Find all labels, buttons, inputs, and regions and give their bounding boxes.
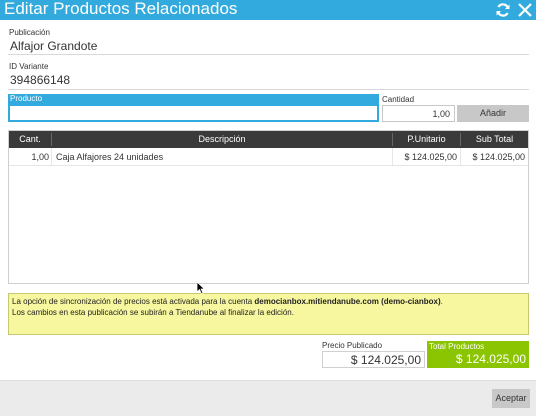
total-productos-box: Total Productos $ 124.025,00 <box>427 341 529 368</box>
table-header: Cant. Descripción P.Unitario Sub Total <box>9 131 528 148</box>
id-variante-value: 394866148 <box>10 73 71 87</box>
row-unitario: $ 124.025,00 <box>404 152 457 162</box>
notice-line-2: Los cambios en esta publicación se subir… <box>12 308 294 317</box>
mouse-pointer-icon <box>196 281 206 295</box>
id-variante-label: ID Variante <box>9 62 49 71</box>
products-table: Cant. Descripción P.Unitario Sub Total 1… <box>8 130 529 284</box>
precio-publicado-value: $ 124.025,00 <box>322 351 425 368</box>
sync-notice: La opción de sincronización de precios e… <box>8 293 529 335</box>
id-variante-divider <box>8 89 529 90</box>
total-productos-value: $ 124.025,00 <box>455 352 526 366</box>
col-descripcion-header[interactable]: Descripción <box>52 131 392 148</box>
close-icon[interactable] <box>516 1 534 19</box>
table-row[interactable]: 1,00 Caja Alfajores 24 unidades $ 124.02… <box>9 148 528 166</box>
publicacion-value: Alfajor Grandote <box>10 39 98 53</box>
title-bar: Editar Productos Relacionados <box>0 0 536 20</box>
precio-publicado-label: Precio Publicado <box>322 341 383 350</box>
accept-button[interactable]: Aceptar <box>492 389 530 408</box>
producto-input[interactable] <box>8 104 379 122</box>
row-cant: 1,00 <box>31 152 49 162</box>
notice-prefix: La opción de sincronización de precios e… <box>12 297 255 306</box>
notice-suffix: . <box>440 297 443 306</box>
refresh-icon[interactable] <box>494 1 512 19</box>
col-cant-header[interactable]: Cant. <box>9 131 51 148</box>
total-productos-label: Total Productos <box>429 342 485 351</box>
notice-account: democianbox.mitiendanube.com (demo-cianb… <box>254 297 441 306</box>
producto-label: Producto <box>10 94 43 103</box>
row-descripcion: Caja Alfajores 24 unidades <box>56 152 164 162</box>
cantidad-label: Cantidad <box>382 95 415 104</box>
window-title: Editar Productos Relacionados <box>4 0 238 18</box>
row-subtotal: $ 124.025,00 <box>472 152 525 162</box>
notice-line-1: La opción de sincronización de precios e… <box>12 296 525 307</box>
col-subtotal-header[interactable]: Sub Total <box>461 131 528 148</box>
producto-label-bar: Producto <box>8 94 379 104</box>
add-button[interactable]: Añadir <box>457 105 529 122</box>
cantidad-input[interactable] <box>382 105 455 122</box>
col-unitario-header[interactable]: P.Unitario <box>393 131 460 148</box>
publicacion-label: Publicación <box>9 28 50 37</box>
dialog-footer <box>0 380 536 416</box>
cell-divider <box>51 148 52 166</box>
publicacion-divider <box>8 54 529 55</box>
